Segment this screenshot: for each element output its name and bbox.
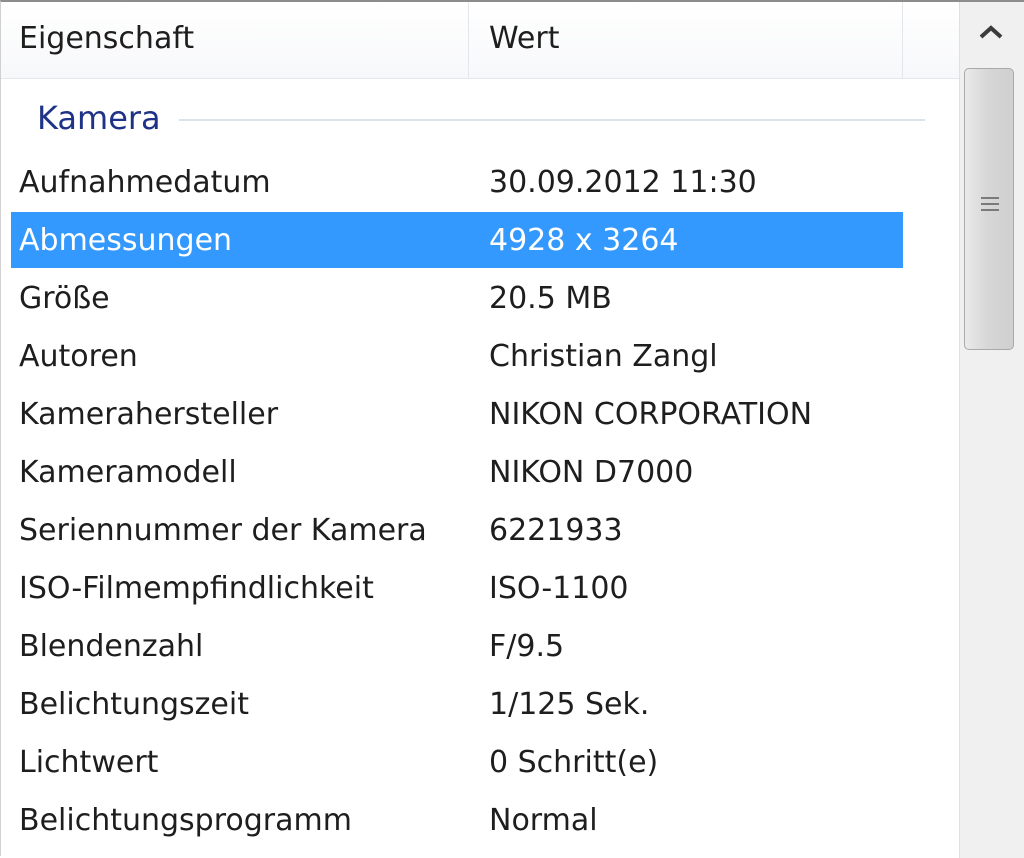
table-row[interactable]: Blendenzahl F/9.5 xyxy=(1,618,959,676)
property-name: Belichtungszeit xyxy=(19,687,249,722)
table-row[interactable]: Lichtwert 0 Schritt(e) xyxy=(1,734,959,792)
table-row[interactable]: Kameramodell NIKON D7000 xyxy=(1,444,959,502)
property-name: Lichtwert xyxy=(19,745,159,780)
property-name: ISO-Filmempfindlichkeit xyxy=(19,571,374,606)
property-name: Belichtungsprogramm xyxy=(19,803,352,838)
table-row[interactable]: Kamerahersteller NIKON CORPORATION xyxy=(1,386,959,444)
property-name: Abmessungen xyxy=(19,223,233,258)
table-row[interactable]: Belichtungszeit 1/125 Sek. xyxy=(1,676,959,734)
property-value: F/9.5 xyxy=(489,629,565,664)
property-name: Größe xyxy=(19,281,110,316)
property-value: 30.09.2012 11:30 xyxy=(489,165,757,200)
property-value: Normal xyxy=(489,803,598,838)
group-divider xyxy=(179,119,925,121)
vertical-scrollbar[interactable] xyxy=(959,2,1024,858)
grip-lines-icon xyxy=(981,197,999,215)
property-name: Seriennummer der Kamera xyxy=(19,513,427,548)
property-value: Christian Zangl xyxy=(489,339,718,374)
property-value: 6221933 xyxy=(489,513,623,548)
chevron-up-icon xyxy=(979,25,1003,39)
property-value: NIKON D7000 xyxy=(489,455,694,490)
table-row[interactable]: Größe 20.5 MB xyxy=(1,270,959,328)
table-row[interactable]: Seriennummer der Kamera 6221933 xyxy=(1,502,959,560)
property-name: Kameramodell xyxy=(19,455,237,490)
table-row[interactable]: Autoren Christian Zangl xyxy=(1,328,959,386)
property-name: Aufnahmedatum xyxy=(19,165,271,200)
property-value: 20.5 MB xyxy=(489,281,612,316)
column-header-value[interactable]: Wert xyxy=(469,2,903,78)
table-row[interactable]: ISO-Filmempfindlichkeit ISO-1100 xyxy=(1,560,959,618)
scrollbar-thumb[interactable] xyxy=(964,68,1014,350)
column-header-filler xyxy=(903,2,959,78)
property-name: Blendenzahl xyxy=(19,629,204,664)
column-header-property[interactable]: Eigenschaft xyxy=(1,2,469,78)
property-value: 4928 x 3264 xyxy=(489,223,679,258)
scroll-up-button[interactable] xyxy=(960,2,1024,64)
list-header: Eigenschaft Wert xyxy=(1,2,959,79)
property-value: NIKON CORPORATION xyxy=(489,397,813,432)
property-name: Autoren xyxy=(19,339,138,374)
property-rows: Aufnahmedatum 30.09.2012 11:30 Abmessung… xyxy=(1,154,959,850)
property-value: 1/125 Sek. xyxy=(489,687,650,722)
properties-window: Eigenschaft Wert Kamera Aufnahmedatum 30… xyxy=(0,0,1024,858)
property-value: 0 Schritt(e) xyxy=(489,745,659,780)
table-row-selected[interactable]: Abmessungen 4928 x 3264 xyxy=(1,212,959,270)
table-row[interactable]: Belichtungsprogramm Normal xyxy=(1,792,959,850)
table-row[interactable]: Aufnahmedatum 30.09.2012 11:30 xyxy=(1,154,959,212)
property-list[interactable]: Eigenschaft Wert Kamera Aufnahmedatum 30… xyxy=(1,2,959,858)
property-value: ISO-1100 xyxy=(489,571,629,606)
property-name: Kamerahersteller xyxy=(19,397,279,432)
group-header-camera[interactable]: Kamera xyxy=(1,90,959,146)
group-label: Kamera xyxy=(37,99,161,137)
